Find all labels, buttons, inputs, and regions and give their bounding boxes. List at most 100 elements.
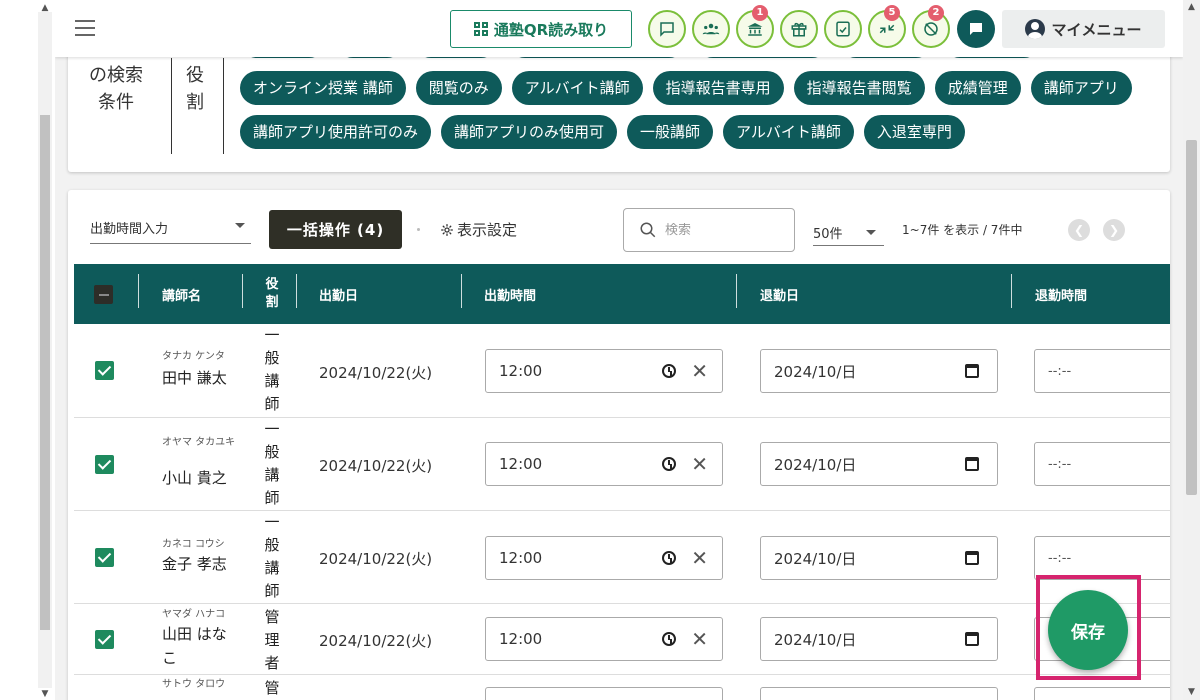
header-divider <box>1011 274 1012 308</box>
header-divider <box>296 274 297 308</box>
header-divider <box>461 274 462 308</box>
clock-icon[interactable] <box>662 551 676 565</box>
prev-page-icon[interactable]: ❮ <box>1068 219 1090 241</box>
header-clock-out-time: 退勤時間 <box>1035 288 1088 304</box>
teacher-role: 管 <box>264 679 280 697</box>
role-chip[interactable]: 入退室専門 <box>863 115 965 149</box>
clock-out-date-input[interactable]: 2024/10/日 <box>760 536 998 580</box>
role-chip[interactable]: 講師アプリ使用許可のみ <box>240 115 432 149</box>
scroll-down-icon[interactable]: ▼ <box>39 688 51 700</box>
role-chip[interactable]: 閲覧のみ <box>415 71 502 105</box>
clock-out-time-input[interactable]: --:-- <box>1034 349 1170 393</box>
clock-out-date-input[interactable]: 2024/10/日 <box>760 349 998 393</box>
clock-in-time-input[interactable]: 12:00 ✕ <box>485 536 723 580</box>
clock-out-time-input[interactable]: --:-- <box>1034 536 1170 580</box>
qr-code-icon <box>473 22 488 36</box>
calendar-icon[interactable] <box>965 364 979 378</box>
teacher-kana: オヤマ タカユキ <box>162 437 236 448</box>
select-all-checkbox[interactable] <box>94 285 113 304</box>
clock-in-time-input[interactable]: 12:00 ✕ <box>485 349 723 393</box>
clear-icon[interactable]: ✕ <box>691 453 708 475</box>
separator-dot <box>417 228 420 231</box>
table-row: オヤマ タカユキ 小山 貴之 一般講師 2024/10/22(火) 12:00 … <box>74 418 1170 511</box>
teacher-name: 小山 貴之 <box>162 469 227 487</box>
search-conditions-card: の検索条件 役割 オンライン授業 講師 閲覧のみ アルバイト講師 指導報告書専用… <box>68 24 1170 172</box>
clock-out-time-input[interactable]: --:-- <box>1034 442 1170 486</box>
table-header: 講師名 役割 出勤日 出勤時間 退勤日 退勤時間 <box>74 264 1170 324</box>
pagination-range: 1~7件 を表示 / 7件中 <box>902 223 1023 237</box>
role-chip[interactable]: 指導報告書閲覧 <box>793 71 925 105</box>
role-chip[interactable]: オンライン授業 講師 <box>240 71 406 105</box>
row-checkbox[interactable] <box>95 455 114 474</box>
teacher-name: 金子 孝志 <box>162 555 227 573</box>
transfer-icon[interactable]: 5 <box>868 5 906 48</box>
location-off-icon[interactable]: 2 <box>912 5 950 48</box>
calendar-icon[interactable] <box>965 457 979 471</box>
calendar-icon[interactable] <box>965 632 979 646</box>
search-box[interactable] <box>623 208 795 252</box>
message-icon[interactable] <box>648 10 686 48</box>
row-checkbox[interactable] <box>95 548 114 567</box>
app-main: 通塾QR読み取り 1 5 2 マイメニュー の検索条件 役割 オンライン授業 講… <box>55 0 1183 700</box>
clear-icon[interactable]: ✕ <box>691 360 708 382</box>
table-row: ヤマダ ハナコ 山田 はなこ 管理者 2024/10/22(火) 12:00 ✕… <box>74 604 1170 675</box>
table-row: タナカ ケンタ 田中 謙太 一般講師 2024/10/22(火) 12:00 ✕… <box>74 324 1170 418</box>
group-icon[interactable] <box>692 10 730 48</box>
account-circle-icon <box>1025 19 1046 39</box>
role-chip[interactable]: 成績管理 <box>934 71 1021 105</box>
clock-icon[interactable] <box>662 457 676 471</box>
clock-icon[interactable] <box>662 364 676 378</box>
role-chip[interactable]: アルバイト講師 <box>723 115 854 149</box>
content-scrollbar[interactable]: ▲ ▼ <box>1183 0 1200 700</box>
row-checkbox[interactable] <box>95 361 114 380</box>
per-page-select[interactable]: 50件 <box>813 220 884 246</box>
outer-scrollbar[interactable]: ▲ ▼ <box>0 0 55 700</box>
role-chip[interactable]: 講師アプリ <box>1030 71 1132 105</box>
teacher-kana: サトウ タロウ <box>162 679 226 690</box>
header-clock-in-time: 出勤時間 <box>484 288 537 304</box>
clock-out-date-input[interactable] <box>760 687 998 700</box>
save-button[interactable]: 保存 <box>1048 590 1128 670</box>
role-chip[interactable]: 講師アプリのみ使用可 <box>441 115 618 149</box>
school-icon[interactable]: 1 <box>736 5 774 48</box>
content-scroll-thumb[interactable] <box>1186 140 1197 495</box>
teacher-name: 山田 はなこ <box>162 625 227 667</box>
search-conditions-label: の検索条件 <box>89 65 143 113</box>
clock-out-date-input[interactable]: 2024/10/日 <box>760 442 998 486</box>
my-menu-button[interactable]: マイメニュー <box>1002 10 1165 48</box>
outer-scroll-thumb[interactable] <box>40 115 50 630</box>
bulk-action-button[interactable]: 一括操作 (4) <box>269 210 402 249</box>
display-settings-button[interactable]: 表示設定 <box>440 219 517 240</box>
dropdown-caret-icon <box>866 230 876 235</box>
input-mode-select[interactable]: 出勤時間入力 <box>90 212 251 244</box>
next-page-icon[interactable]: ❯ <box>1103 219 1125 241</box>
attendance-list-card: 出勤時間入力 一括操作 (4) 表示設定 50件 1~7件 を表示 / 7件中 … <box>68 190 1170 700</box>
header-clock-out-date: 退勤日 <box>760 288 800 304</box>
scroll-down-icon[interactable]: ▼ <box>1186 687 1197 698</box>
clock-in-time-input[interactable] <box>485 687 723 700</box>
gift-icon[interactable] <box>780 10 818 48</box>
clock-out-time-input[interactable] <box>1034 687 1170 700</box>
teacher-name: 田中 謙太 <box>162 369 227 387</box>
clock-icon[interactable] <box>662 632 676 646</box>
clock-out-date-input[interactable]: 2024/10/日 <box>760 617 998 661</box>
chat-icon[interactable] <box>957 10 995 48</box>
chip-row-1: オンライン授業 講師 閲覧のみ アルバイト講師 指導報告書専用 指導報告書閲覧 … <box>240 71 1132 105</box>
scroll-up-icon[interactable]: ▲ <box>39 2 51 14</box>
clear-icon[interactable]: ✕ <box>691 547 708 569</box>
header-divider <box>736 274 737 308</box>
role-chip[interactable]: 一般講師 <box>627 115 714 149</box>
header-role: 役割 <box>265 277 279 310</box>
hamburger-menu-icon[interactable] <box>75 20 95 36</box>
scroll-up-icon[interactable]: ▲ <box>1186 2 1197 13</box>
clock-in-time-input[interactable]: 12:00 ✕ <box>485 617 723 661</box>
clock-in-time-input[interactable]: 12:00 ✕ <box>485 442 723 486</box>
qr-scan-button[interactable]: 通塾QR読み取り <box>450 10 632 48</box>
calendar-icon[interactable] <box>965 551 979 565</box>
row-checkbox[interactable] <box>95 630 114 649</box>
search-input[interactable] <box>665 222 775 238</box>
checklist-icon[interactable] <box>824 10 862 48</box>
clear-icon[interactable]: ✕ <box>691 628 708 650</box>
role-chip[interactable]: 指導報告書専用 <box>652 71 784 105</box>
role-chip[interactable]: アルバイト講師 <box>511 71 643 105</box>
